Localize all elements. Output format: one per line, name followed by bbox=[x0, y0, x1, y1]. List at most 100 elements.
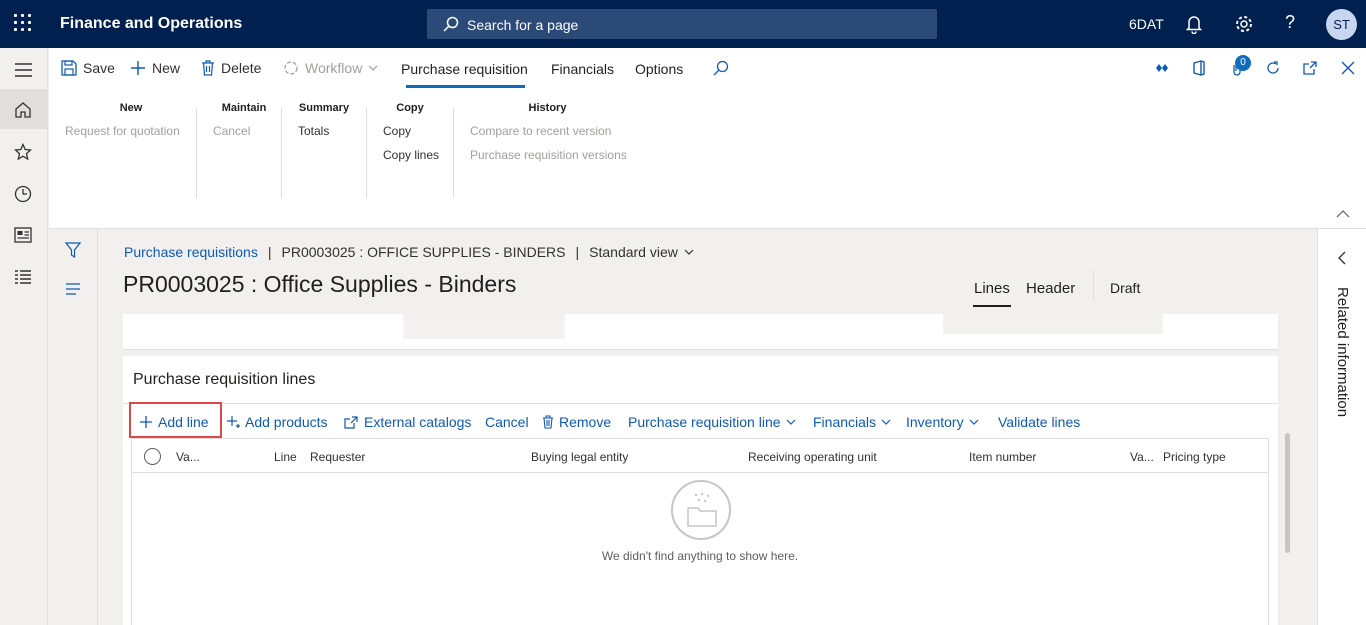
purchase-requisition-versions-button[interactable]: Purchase requisition versions bbox=[470, 148, 627, 162]
lines-card: Purchase requisition lines Add line Add … bbox=[123, 356, 1278, 625]
save-label: Save bbox=[83, 60, 115, 76]
plus-icon bbox=[140, 416, 152, 428]
select-all-checkbox[interactable] bbox=[144, 448, 161, 465]
view-selector[interactable]: Standard view bbox=[589, 244, 694, 260]
search-placeholder: Search for a page bbox=[467, 17, 579, 33]
external-catalogs-button[interactable]: External catalogs bbox=[344, 414, 471, 430]
section-divider bbox=[123, 403, 1278, 404]
validate-lines-button[interactable]: Validate lines bbox=[998, 414, 1080, 430]
open-new-window-icon[interactable] bbox=[1302, 60, 1318, 76]
chevron-down-icon bbox=[969, 419, 979, 425]
recent-clock-icon[interactable] bbox=[14, 185, 32, 203]
app-title[interactable]: Finance and Operations bbox=[60, 15, 242, 33]
breadcrumb-record: PR0003025 : OFFICE SUPPLIES - BINDERS bbox=[281, 244, 566, 260]
related-information-label[interactable]: Related information bbox=[1334, 287, 1351, 417]
tab-lines[interactable]: Lines bbox=[974, 280, 1010, 297]
column-header[interactable]: Item number bbox=[969, 450, 1036, 464]
breadcrumb-link-purchase-requisitions[interactable]: Purchase requisitions bbox=[124, 244, 258, 260]
search-box[interactable]: Search for a page bbox=[427, 9, 937, 39]
status-badge: Draft bbox=[1110, 280, 1141, 296]
workflow-label: Workflow bbox=[305, 60, 363, 76]
search-icon[interactable] bbox=[713, 60, 729, 76]
column-header[interactable]: Receiving operating unit bbox=[748, 450, 877, 464]
expand-chevron-left-icon[interactable] bbox=[1338, 251, 1346, 265]
column-header[interactable]: Va... bbox=[176, 450, 200, 464]
action-ribbon: New Request for quotation Maintain Cance… bbox=[49, 88, 1366, 229]
view-divider bbox=[1093, 270, 1094, 300]
attachment-count-badge: 0 bbox=[1235, 55, 1251, 71]
copy-lines-button[interactable]: Copy lines bbox=[383, 148, 439, 162]
column-header[interactable]: Pricing type bbox=[1163, 450, 1226, 464]
chevron-down-icon bbox=[786, 419, 795, 425]
compare-to-recent-version-button[interactable]: Compare to recent version bbox=[470, 124, 625, 138]
column-header[interactable]: Requester bbox=[310, 450, 365, 464]
power-apps-icon[interactable] bbox=[1155, 62, 1169, 74]
column-header[interactable]: Line bbox=[274, 450, 297, 464]
chevron-down-icon bbox=[881, 419, 891, 425]
purchase-requisition-line-menu[interactable]: Purchase requisition line bbox=[628, 414, 796, 430]
modules-list-icon[interactable] bbox=[14, 269, 32, 285]
filter-rail bbox=[49, 229, 98, 625]
gear-icon[interactable] bbox=[1234, 14, 1254, 34]
page-title: PR0003025 : Office Supplies - Binders bbox=[123, 271, 517, 297]
ribbon-group-summary: Summary Totals bbox=[298, 102, 350, 138]
group-header-copy: Copy bbox=[396, 102, 424, 114]
main-content: Purchase requisitions | PR0003025 : OFFI… bbox=[98, 229, 1317, 625]
breadcrumb-separator: | bbox=[575, 244, 580, 260]
home-icon[interactable] bbox=[14, 101, 32, 119]
ribbon-divider bbox=[196, 108, 197, 198]
external-catalogs-label: External catalogs bbox=[364, 414, 472, 430]
request-for-quotation-button[interactable]: Request for quotation bbox=[65, 124, 197, 138]
office-icon[interactable] bbox=[1192, 60, 1206, 76]
tab-header[interactable]: Header bbox=[1026, 280, 1075, 297]
add-line-button[interactable]: Add line bbox=[139, 414, 209, 430]
tab-options[interactable]: Options bbox=[635, 61, 683, 77]
app-launcher-icon[interactable] bbox=[14, 14, 34, 34]
bell-icon[interactable] bbox=[1186, 14, 1202, 34]
new-label: New bbox=[152, 60, 181, 76]
ribbon-group-new: New Request for quotation bbox=[65, 102, 197, 138]
vertical-scrollbar[interactable] bbox=[1285, 433, 1290, 553]
ribbon-divider bbox=[281, 108, 282, 198]
workflow-button[interactable]: Workflow bbox=[283, 60, 378, 76]
save-button[interactable]: Save bbox=[61, 60, 115, 76]
company-picker[interactable]: 6DAT bbox=[1129, 16, 1164, 32]
collapse-ribbon-chevron-up-icon[interactable] bbox=[1336, 210, 1350, 218]
list-view-icon[interactable] bbox=[65, 283, 81, 295]
refresh-icon[interactable] bbox=[1265, 60, 1281, 76]
add-products-button[interactable]: Add products bbox=[226, 414, 328, 430]
filter-icon[interactable] bbox=[65, 242, 81, 258]
financials-label: Financials bbox=[813, 414, 877, 430]
action-pane: Save New Delete Workflow Purchase requis… bbox=[49, 48, 1366, 88]
totals-button[interactable]: Totals bbox=[298, 124, 350, 138]
summary-card bbox=[123, 314, 1278, 350]
delete-button[interactable]: Delete bbox=[201, 60, 261, 76]
help-icon[interactable]: ? bbox=[1285, 12, 1295, 33]
trash-icon bbox=[543, 415, 553, 429]
remove-button[interactable]: Remove bbox=[542, 414, 611, 430]
column-header[interactable]: Buying legal entity bbox=[531, 450, 628, 464]
cancel-line-button[interactable]: Cancel bbox=[485, 414, 529, 430]
new-button[interactable]: New bbox=[130, 60, 180, 76]
save-icon bbox=[61, 60, 77, 76]
view-selector-label: Standard view bbox=[589, 244, 678, 260]
tab-purchase-requisition[interactable]: Purchase requisition bbox=[401, 61, 528, 77]
plus-icon bbox=[131, 61, 145, 75]
tab-financials[interactable]: Financials bbox=[551, 61, 614, 77]
hamburger-icon[interactable] bbox=[14, 63, 34, 77]
favorites-star-icon[interactable] bbox=[14, 143, 32, 161]
chevron-down-icon bbox=[684, 249, 694, 255]
workspaces-icon[interactable] bbox=[14, 227, 32, 243]
inventory-menu[interactable]: Inventory bbox=[906, 414, 979, 430]
cancel-requisition-button[interactable]: Cancel bbox=[213, 124, 275, 138]
breadcrumb: Purchase requisitions | PR0003025 : OFFI… bbox=[124, 244, 694, 260]
column-header[interactable]: Va... bbox=[1130, 450, 1154, 464]
close-icon[interactable] bbox=[1341, 61, 1355, 75]
workflow-icon bbox=[284, 61, 298, 75]
copy-button[interactable]: Copy bbox=[383, 124, 437, 138]
lines-section-title[interactable]: Purchase requisition lines bbox=[133, 371, 315, 389]
avatar[interactable]: ST bbox=[1326, 9, 1357, 40]
financials-menu[interactable]: Financials bbox=[813, 414, 891, 430]
summary-field-placeholder bbox=[403, 314, 565, 339]
top-bar: Finance and Operations Search for a page… bbox=[0, 0, 1366, 48]
